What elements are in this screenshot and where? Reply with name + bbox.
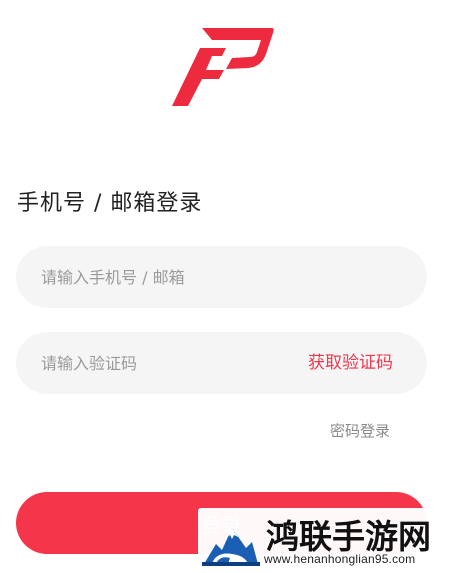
password-login-link[interactable]: 密码登录 (330, 420, 390, 441)
watermark-site-name: 鸿联手游网 (266, 517, 431, 556)
verification-code-input[interactable] (41, 332, 291, 394)
phone-email-input[interactable] (41, 246, 401, 308)
watermark-overlay: 鸿联手游网 www.henanhonglian95.com (198, 508, 448, 570)
login-screen: 手机号 / 邮箱登录 获取验证码 密码登录 登录 鸿联手游网 www.henan… (0, 0, 450, 573)
verification-code-field: 获取验证码 (16, 332, 427, 394)
watermark-url: www.henanhonglian95.com (264, 552, 416, 566)
page-title: 手机号 / 邮箱登录 (17, 191, 203, 216)
brand-logo-icon (172, 28, 274, 106)
phone-email-field (16, 246, 427, 308)
watermark-logo-icon (202, 528, 260, 566)
get-code-button[interactable]: 获取验证码 (308, 332, 393, 394)
